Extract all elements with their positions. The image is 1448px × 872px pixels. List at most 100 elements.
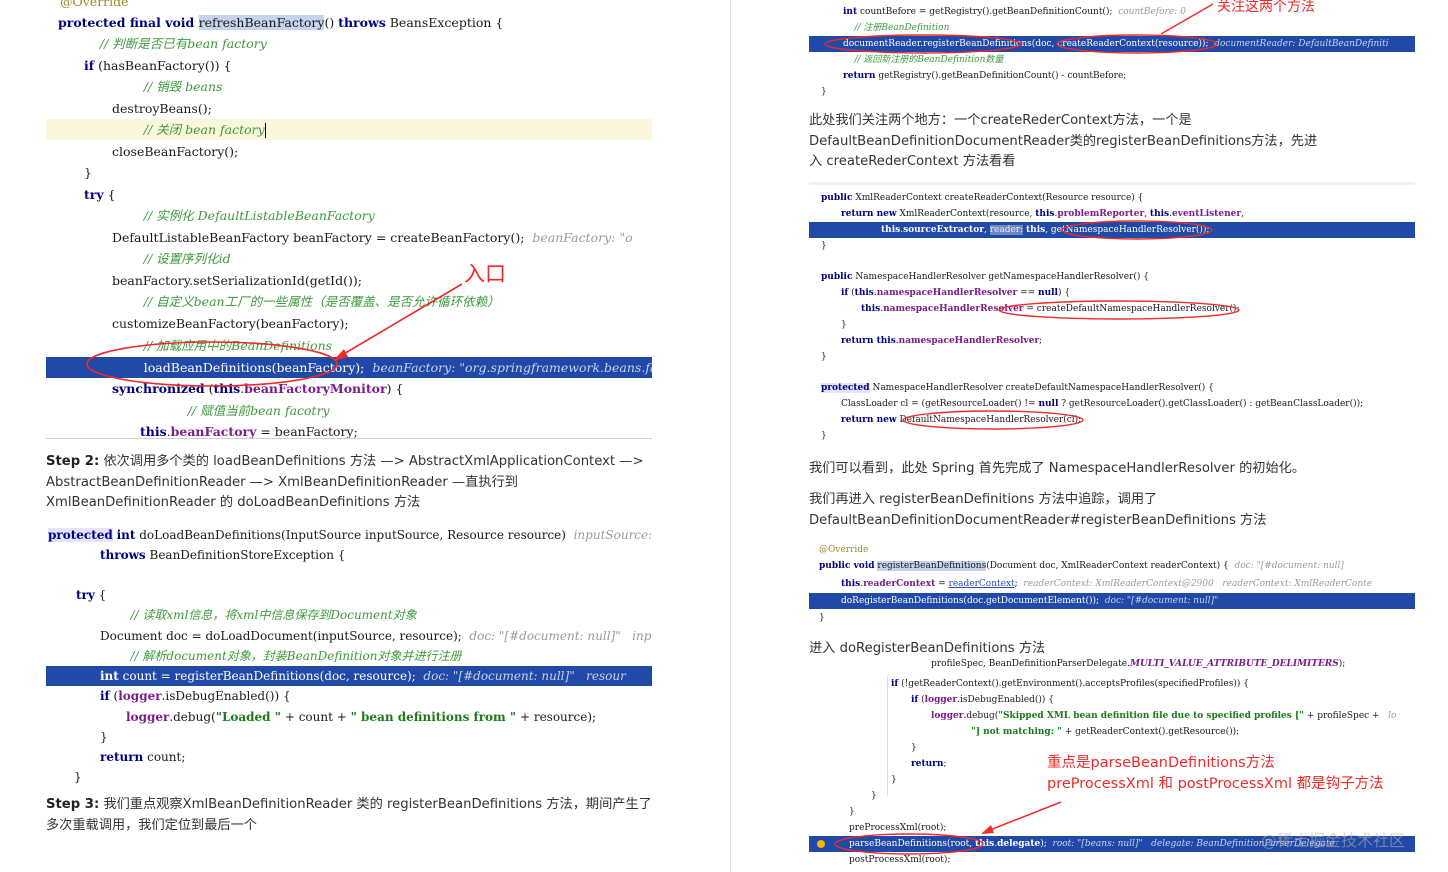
code-comment: // 设置序列化id: [112, 251, 231, 266]
code-line: // 读取xml信息，将xml中信息保存到Document对象: [100, 605, 652, 625]
entry-annotation: 入口: [464, 262, 506, 286]
code-line: }: [819, 613, 825, 623]
debug-hint: countBefore: 0: [1118, 7, 1186, 17]
code-line: }: [821, 241, 827, 251]
code-line: // 自定义bean工厂的一些属性（是否覆盖、是否允许循环依赖）: [112, 291, 652, 312]
code-line: protected int doLoadBeanDefinitions(Inpu…: [48, 525, 652, 545]
right-document-column: int countBefore = getRegistry().getBeanD…: [731, 0, 1448, 872]
code-line: try {: [84, 187, 116, 202]
code-line: throws BeanDefinitionStoreException {: [100, 548, 346, 562]
debug-hint: doc: "[#document: null]" resour: [423, 669, 626, 683]
lightbulb-icon[interactable]: [817, 840, 825, 848]
code-comment: // 赋值当前bean facotry: [140, 403, 330, 418]
code-line: logger.debug("Skipped XML bean definitio…: [931, 711, 1397, 721]
step3-text: 我们重点观察XmlBeanDefinitionReader 类的 registe…: [46, 797, 652, 833]
code-comment: // 实例化 DefaultListableBeanFactory: [112, 208, 375, 223]
code-line: protected NamespaceHandlerResolver creat…: [821, 383, 1214, 393]
code-line-highlighted: doRegisterBeanDefinitions(doc.getDocumen…: [809, 593, 1415, 609]
debug-hint: doc: "[#document: null]: [1234, 561, 1344, 571]
code-block-bottom-border: [46, 438, 652, 439]
register-bean-definitions-tail-code: int countBefore = getRegistry().getBeanD…: [809, 4, 1415, 100]
code-line: ClassLoader cl = (getResourceLoader() !=…: [841, 399, 1364, 409]
code-line: public XmlReaderContext createReaderCont…: [821, 193, 1144, 203]
code-line: try {: [76, 588, 107, 602]
indent-guide: [887, 676, 888, 796]
code-comment: // 判断是否已有bean factory: [84, 36, 267, 51]
code-line: if (logger.isDebugEnabled()) {: [100, 689, 291, 703]
code-line: }: [821, 431, 827, 441]
code-line: return new DefaultNamespaceHandlerResolv…: [841, 415, 1082, 425]
code-line: closeBeanFactory();: [112, 144, 239, 159]
code-line: return getRegistry().getBeanDefinitionCo…: [843, 71, 1127, 81]
debug-hint: documentReader: DefaultBeanDefiniti: [1214, 39, 1389, 49]
code-line: DefaultListableBeanFactory beanFactory =…: [112, 230, 633, 245]
code-line: }: [821, 352, 827, 362]
code-line: // 返回新注册的BeanDefinition数量: [843, 52, 1415, 68]
step2-paragraph: Step 2: 依次调用多个类的 loadBeanDefinitions 方法 …: [46, 452, 646, 514]
debug-hint: lo: [1388, 711, 1397, 721]
code-line: return new XmlReaderContext(resource, th…: [841, 209, 1244, 219]
code-line: // 判断是否已有bean factory: [84, 33, 652, 54]
code-line: synchronized (this.beanFactoryMonitor) {: [112, 381, 404, 396]
code-line: protected final void refreshBeanFactory(…: [58, 15, 504, 30]
refresh-bean-factory-code: @Override protected final void refreshBe…: [46, 0, 652, 440]
code-line: logger.debug("Loaded " + count + " bean …: [126, 710, 597, 724]
para-namespace-init: 我们可以看到，此处 Spring 首先完成了 NamespaceHandlerR…: [809, 461, 1306, 476]
code-line: if (!getReaderContext().getEnvironment()…: [891, 679, 1249, 689]
code-line: }: [849, 807, 855, 817]
code-line: destroyBeans();: [112, 101, 212, 116]
code-line: if (this.namespaceHandlerResolver == nul…: [841, 288, 1071, 298]
code-line: if (logger.isDebugEnabled()) {: [911, 695, 1054, 705]
code-line: @Override: [60, 0, 129, 9]
step3-paragraph: Step 3: 我们重点观察XmlBeanDefinitionReader 类的…: [46, 795, 656, 836]
debug-hint: beanFactory: "o: [532, 230, 633, 245]
code-comment: // 销毁 beans: [112, 79, 223, 94]
code-line: // 赋值当前bean facotry: [140, 400, 652, 421]
debug-hint: doc: "[#document: null]" inpu: [469, 629, 652, 643]
code-line: }: [841, 320, 847, 330]
code-line-highlighted: int count = registerBeanDefinitions(doc,…: [46, 666, 652, 686]
focus-annotation: 关注这两个方法: [1217, 0, 1315, 15]
code-line: // 销毁 beans: [112, 76, 652, 97]
code-comment: // 注册BeanDefinition: [843, 23, 950, 33]
code-line-highlighted: documentReader.registerBeanDefinitions(d…: [809, 36, 1415, 52]
code-line-current: // 关闭 bean factory: [46, 119, 652, 140]
debug-hint: doc: "[#document: null]": [1104, 596, 1219, 606]
debug-hint: readerContext: XmlReaderContext@2900 rea…: [1023, 579, 1373, 589]
left-document-column: @Override protected final void refreshBe…: [0, 0, 730, 872]
code-line-highlighted: loadBeanDefinitions(beanFactory); beanFa…: [46, 357, 652, 378]
para-register-trace: 我们再进入 registerBeanDefinitions 方法中追踪，调用了 …: [809, 492, 1267, 528]
code-line: Document doc = doLoadDocument(inputSourc…: [100, 626, 652, 646]
code-comment: // 加载应用中的BeanDefinitions: [112, 338, 333, 353]
key-annotation-line1: 重点是parseBeanDefinitions方法: [1047, 755, 1275, 771]
code-line: if (hasBeanFactory()) {: [84, 58, 232, 73]
key-annotation-line2: preProcessXml 和 postProcessXml 都是钩子方法: [1047, 776, 1384, 792]
code-line: public void registerBeanDefinitions(Docu…: [819, 561, 1344, 571]
code-line: // 解析document对象，封装BeanDefinition对象并进行注册: [100, 646, 652, 666]
load-bean-definitions-call: loadBeanDefinitions(beanFactory);: [112, 360, 365, 375]
code-line: "] not matching: " + getReaderContext().…: [971, 727, 1240, 737]
debug-hint: beanFactory: "org.springframework.beans.…: [372, 360, 652, 375]
code-line: }: [74, 770, 82, 784]
code-line: this.namespaceHandlerResolver = createDe…: [861, 304, 1240, 314]
code-line: // 设置序列化id: [112, 248, 652, 269]
code-line: @Override: [819, 545, 869, 555]
para-two-focus-points: 此处我们关注两个地方：一个createRederContext方法，一个是 De…: [809, 113, 1318, 169]
code-line: return count;: [100, 750, 186, 764]
code-comment: // 自定义bean工厂的一些属性（是否覆盖、是否允许循环依赖）: [112, 294, 500, 309]
code-line: postProcessXml(root);: [849, 855, 951, 865]
code-line: // 加载应用中的BeanDefinitions: [112, 335, 652, 356]
step2-text: 依次调用多个类的 loadBeanDefinitions 方法 —> Abstr…: [46, 454, 644, 510]
code-comment: // 解析document对象，封装BeanDefinition对象并进行注册: [100, 649, 462, 663]
code-line: }: [100, 730, 108, 744]
create-reader-context-code: public XmlReaderContext createReaderCont…: [809, 182, 1415, 444]
code-comment: // 关闭 bean factory: [112, 122, 265, 137]
code-line: customizeBeanFactory(beanFactory);: [112, 316, 349, 331]
debug-hint: inputSource:: [573, 528, 652, 542]
code-line: profileSpec, BeanDefinitionParserDelegat…: [931, 659, 1346, 669]
code-line: }: [84, 165, 92, 180]
code-block-top-border: [809, 182, 1415, 185]
code-comment: // 返回新注册的BeanDefinition数量: [843, 55, 1004, 65]
code-line: beanFactory.setSerializationId(getId());: [112, 273, 362, 288]
code-comment: // 读取xml信息，将xml中信息保存到Document对象: [100, 608, 417, 622]
